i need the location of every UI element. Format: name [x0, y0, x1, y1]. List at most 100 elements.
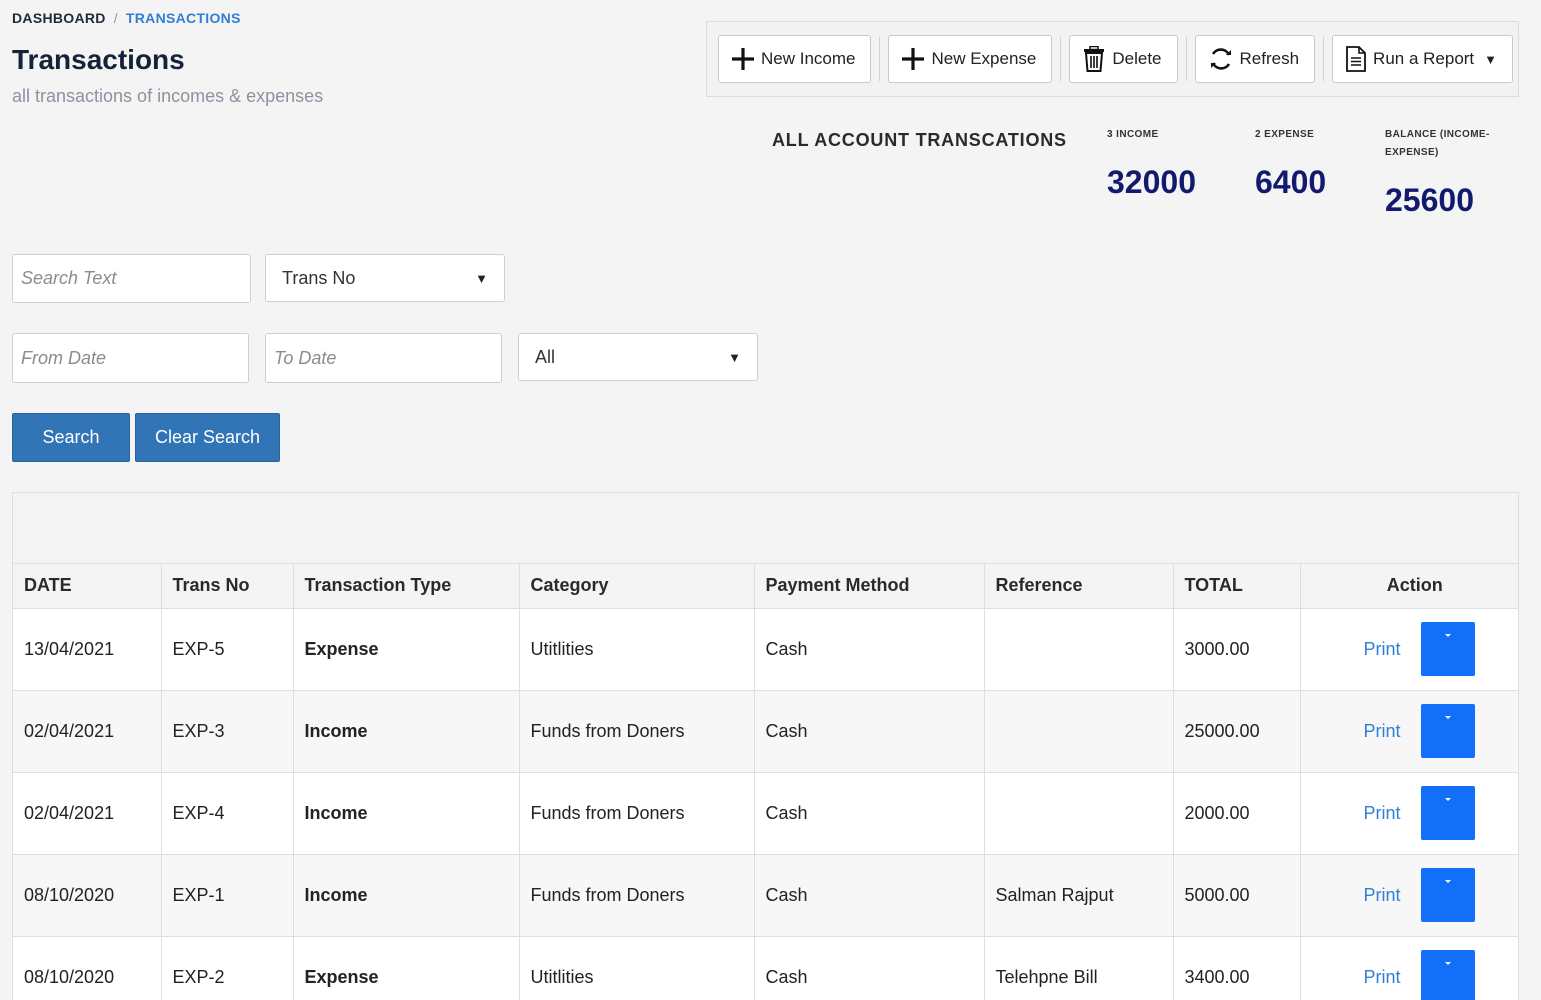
column-header-category[interactable]: Category: [519, 564, 755, 609]
breadcrumb-separator: /: [113, 10, 118, 26]
cell-transaction-type: Income: [293, 854, 520, 937]
cell-transaction-type: Income: [293, 690, 520, 773]
print-link[interactable]: Print: [1364, 721, 1401, 742]
page-title: Transactions: [12, 44, 185, 75]
print-link[interactable]: Print: [1364, 967, 1401, 988]
income-total-value: 32000: [1107, 164, 1196, 200]
print-link[interactable]: Print: [1364, 639, 1401, 660]
cell-total: 5000.00: [1173, 854, 1301, 937]
clear-search-button[interactable]: Clear Search: [135, 413, 280, 462]
column-header-transaction-type[interactable]: Transaction Type: [293, 564, 520, 609]
breadcrumb-dashboard-link[interactable]: DASHBOARD: [12, 10, 106, 26]
table-row: 02/04/2021 EXP-3 Income Funds from Doner…: [13, 690, 1518, 773]
toolbar-divider: [1185, 37, 1187, 81]
expense-count-label: 2 EXPENSE: [1255, 129, 1315, 140]
cell-transaction-type: Expense: [293, 608, 520, 691]
column-header-trans-no[interactable]: Trans No: [161, 564, 294, 609]
cell-date: 02/04/2021: [13, 772, 162, 855]
cell-category: Utitlities: [519, 608, 755, 691]
plus-icon: [902, 48, 925, 70]
cell-transaction-type: Expense: [293, 936, 520, 1000]
transactions-table: DATE Trans No Transaction Type Category …: [13, 564, 1518, 1000]
refresh-label: Refresh: [1239, 49, 1300, 68]
breadcrumb: DASHBOARD / TRANSACTIONS: [12, 10, 241, 26]
cell-total: 2000.00: [1173, 772, 1301, 855]
cell-action: Print: [1300, 854, 1518, 937]
cell-category: Utitlities: [519, 936, 755, 1000]
cell-date: 08/10/2020: [13, 936, 162, 1000]
caret-down-icon: [1444, 634, 1451, 637]
row-actions-dropdown-button[interactable]: [1420, 950, 1475, 1000]
new-expense-label: New Expense: [931, 49, 1037, 68]
refresh-icon: [1210, 48, 1231, 70]
run-report-button[interactable]: Run a Report ▼: [1332, 35, 1514, 83]
cell-date: 02/04/2021: [13, 690, 162, 773]
cell-trans-no: EXP-4: [161, 772, 294, 855]
search-by-select[interactable]: Trans No ▼: [265, 254, 505, 302]
delete-button[interactable]: Delete: [1069, 35, 1178, 83]
row-actions-dropdown-button[interactable]: [1420, 704, 1475, 758]
cell-reference: [984, 772, 1174, 855]
column-header-payment-method[interactable]: Payment Method: [754, 564, 985, 609]
cell-trans-no: EXP-3: [161, 690, 294, 773]
new-income-button[interactable]: New Income: [718, 35, 872, 83]
balance-value: 25600: [1385, 182, 1474, 218]
cell-payment-method: Cash: [754, 936, 985, 1000]
breadcrumb-current[interactable]: TRANSACTIONS: [126, 10, 241, 26]
cell-transaction-type: Income: [293, 772, 520, 855]
cell-trans-no: EXP-2: [161, 936, 294, 1000]
caret-down-icon: [1444, 880, 1451, 883]
cell-reference: Telehpne Bill: [984, 936, 1174, 1000]
caret-down-icon: [1444, 962, 1451, 965]
cell-trans-no: EXP-1: [161, 854, 294, 937]
expense-total-value: 6400: [1255, 164, 1327, 200]
search-input[interactable]: [13, 255, 250, 302]
new-expense-button[interactable]: New Expense: [888, 35, 1053, 83]
to-date-group: [265, 333, 502, 383]
refresh-button[interactable]: Refresh: [1194, 35, 1316, 83]
chevron-down-icon: ▼: [1484, 51, 1498, 67]
row-actions-dropdown-button[interactable]: [1420, 786, 1475, 840]
type-filter-value: All: [535, 346, 556, 367]
page-subtitle: all transactions of incomes & expenses: [12, 86, 324, 106]
from-date-input[interactable]: [13, 334, 248, 382]
plus-icon: [732, 48, 754, 70]
income-count-label: 3 INCOME: [1107, 129, 1159, 140]
cell-date: 13/04/2021: [13, 608, 162, 691]
caret-down-icon: [1444, 798, 1451, 801]
cell-date: 08/10/2020: [13, 854, 162, 937]
print-link[interactable]: Print: [1364, 803, 1401, 824]
trash-icon: [1084, 46, 1105, 72]
summary-title: ALL ACCOUNT TRANSCATIONS: [772, 130, 1067, 150]
table-row: 13/04/2021 EXP-5 Expense Utitlities Cash…: [13, 608, 1518, 691]
cell-action: Print: [1300, 936, 1518, 1000]
cell-action: Print: [1300, 690, 1518, 773]
cell-payment-method: Cash: [754, 690, 985, 773]
table-header-row: DATE Trans No Transaction Type Category …: [13, 564, 1518, 609]
column-header-date[interactable]: DATE: [13, 564, 162, 609]
row-actions-dropdown-button[interactable]: [1420, 622, 1475, 676]
toolbar-divider: [1323, 37, 1325, 81]
cell-total: 25000.00: [1173, 690, 1301, 773]
type-filter-select[interactable]: All ▼: [518, 333, 758, 381]
column-header-total[interactable]: TOTAL: [1173, 564, 1301, 609]
cell-payment-method: Cash: [754, 772, 985, 855]
delete-label: Delete: [1112, 49, 1162, 68]
search-button[interactable]: Search: [12, 413, 130, 462]
to-date-input[interactable]: [266, 334, 501, 382]
new-income-label: New Income: [761, 49, 856, 68]
cell-reference: Salman Rajput: [984, 854, 1174, 937]
chevron-down-icon: ▼: [475, 270, 488, 286]
from-date-group: [12, 333, 249, 383]
cell-category: Funds from Doners: [519, 854, 755, 937]
row-actions-dropdown-button[interactable]: [1420, 868, 1475, 922]
column-header-reference[interactable]: Reference: [984, 564, 1174, 609]
cell-payment-method: Cash: [754, 854, 985, 937]
cell-reference: [984, 690, 1174, 773]
document-icon: [1346, 46, 1366, 72]
balance-label: BALANCE (INCOME-EXPENSE): [1385, 129, 1490, 158]
print-link[interactable]: Print: [1364, 885, 1401, 906]
transactions-table-panel: DATE Trans No Transaction Type Category …: [12, 492, 1519, 1000]
toolbar-divider: [1060, 37, 1062, 81]
toolbar: New Income New Expense Delete Refresh Ru…: [706, 21, 1519, 97]
